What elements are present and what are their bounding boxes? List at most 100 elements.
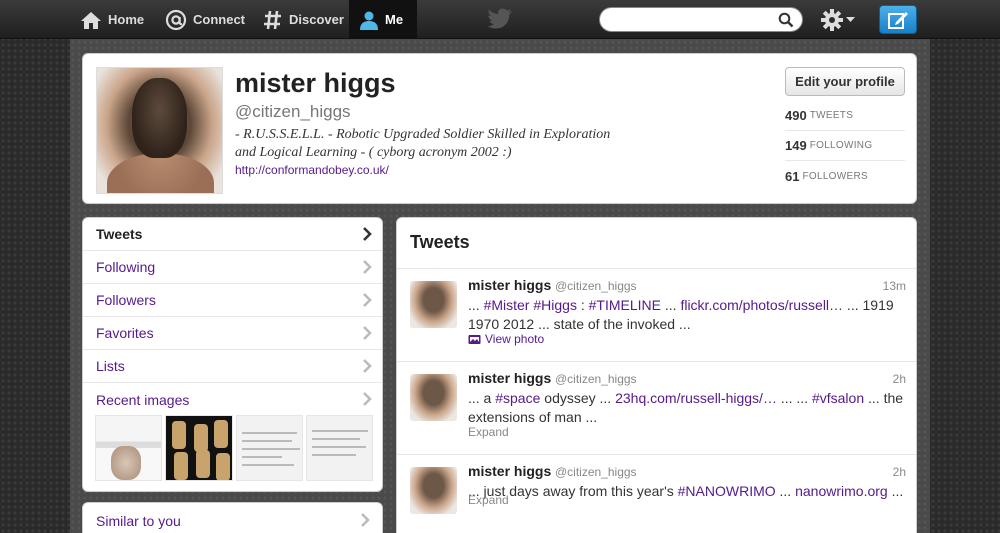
profile-bio: - R.U.S.S.E.L.L. - Robotic Upgraded Sold… (235, 126, 635, 162)
chevron-right-icon (363, 293, 372, 307)
chevron-right-icon (363, 392, 372, 406)
profile-url-link[interactable]: http://conformandobey.co.uk/ (235, 163, 389, 177)
recent-image-thumb[interactable] (165, 415, 233, 481)
nav-discover-label: Discover (289, 12, 344, 27)
stat-following[interactable]: 149 FOLLOWING (785, 131, 905, 161)
chevron-right-icon (363, 260, 372, 274)
sidebar-item-label: Following (96, 259, 156, 275)
settings-menu[interactable] (820, 8, 855, 32)
tweet-text-fragment: : (576, 297, 589, 313)
top-bar: Home Connect Discover Me (0, 0, 1000, 39)
tweet-link[interactable]: #space (495, 390, 540, 406)
stat-tweets[interactable]: 490 TWEETS (785, 101, 905, 131)
nav-me-label: Me (385, 12, 404, 27)
stat-label: FOLLOWERS (802, 170, 868, 182)
tweet-text-fragment: ... (887, 483, 904, 499)
tweet-item[interactable]: mister higgs @citizen_higgs 2h ... a #space… (397, 362, 916, 455)
tweet-timestamp[interactable]: 2h (893, 465, 906, 479)
hash-icon (264, 10, 281, 29)
sidebar-item-followers[interactable]: Followers (83, 284, 382, 317)
sidebar-item-following[interactable]: Following (83, 251, 382, 284)
compose-icon (888, 11, 908, 29)
expand-link[interactable]: Expand (468, 425, 509, 439)
photo-icon (468, 334, 481, 344)
tweet-author-handle[interactable]: @citizen_higgs (555, 279, 637, 293)
expand-link[interactable]: Expand (468, 493, 509, 507)
recent-image-thumb[interactable] (235, 415, 303, 481)
tweet-link[interactable]: #vfsalon (812, 390, 864, 406)
sidebar-item-label: Recent images (96, 391, 190, 408)
tweet-link[interactable]: 23hq.com/russell-higgs/… (615, 390, 777, 406)
tweet-action-label: Expand (468, 425, 509, 439)
tweet-author-name[interactable]: mister higgs (468, 277, 551, 293)
chevron-right-icon (363, 227, 372, 241)
nav-discover[interactable]: Discover (253, 0, 354, 39)
sidebar-item-tweets[interactable]: Tweets (83, 218, 382, 251)
profile-bio-line: - R.U.S.S.E.L.L. - Robotic Upgraded Sold… (235, 127, 611, 142)
chevron-right-icon (363, 326, 372, 340)
twitter-bird-icon[interactable] (487, 8, 513, 30)
nav-home[interactable]: Home (70, 0, 154, 39)
tweet-avatar[interactable] (410, 281, 457, 328)
similar-to-you-label: Similar to you (96, 513, 181, 529)
profile-avatar[interactable] (96, 67, 223, 194)
tweet-link[interactable]: #Mister (484, 297, 530, 313)
tweet-item[interactable]: mister higgs @citizen_higgs 13m... #Mister… (397, 269, 916, 362)
tweet-link[interactable]: flickr.com/photos/russell… (680, 297, 843, 313)
sidebar-item-label: Tweets (96, 226, 143, 242)
caret-down-icon (846, 17, 855, 22)
tweet-avatar[interactable] (410, 467, 457, 514)
tweet-text-fragment: ... (660, 297, 681, 313)
search-icon[interactable] (778, 12, 794, 28)
tweet-avatar[interactable] (410, 374, 457, 421)
profile-sidebar-nav: Tweets Following Followers Favorites Lis… (82, 217, 383, 492)
tweet-text: ... #Mister #Higgs : #TIMELINE ... flick… (468, 296, 908, 334)
stat-followers[interactable]: 61 FOLLOWERS (785, 161, 905, 191)
tweet-action-label: View photo (485, 332, 545, 346)
sidebar-item-favorites[interactable]: Favorites (83, 317, 382, 350)
stat-number: 490 (785, 108, 807, 123)
similar-to-you-section[interactable]: Similar to you (82, 502, 383, 533)
tweet-link[interactable]: #Higgs (533, 297, 577, 313)
tweet-author-handle[interactable]: @citizen_higgs (555, 372, 637, 386)
tweet-link[interactable]: #TIMELINE (589, 297, 661, 313)
recent-images-strip (95, 415, 373, 481)
sidebar-item-recent-images[interactable]: Recent images (83, 383, 382, 416)
tweets-panel: Tweets mister higgs @citizen_higgs 13m ... … (396, 217, 917, 533)
tweet-author-name[interactable]: mister higgs (468, 463, 551, 479)
search-input[interactable] (610, 8, 780, 31)
tweets-heading: Tweets (410, 232, 470, 252)
tweet-author-handle[interactable]: @citizen_higgs (555, 465, 637, 479)
nav-connect[interactable]: Connect (155, 0, 255, 39)
view-photo-link[interactable]: View photo (468, 332, 544, 346)
profile-name: mister higgs (235, 68, 396, 98)
chevron-right-icon (363, 359, 372, 373)
sidebar-item-lists[interactable]: Lists (83, 350, 382, 383)
compose-tweet-button[interactable] (879, 5, 917, 34)
tweet-timestamp[interactable]: 13m (883, 279, 906, 293)
tweet-author-name[interactable]: mister higgs (468, 370, 551, 386)
tweet-item[interactable]: mister higgs @citizen_higgs 2h ... just day… (397, 455, 916, 533)
nav-home-label: Home (108, 12, 145, 27)
search-box[interactable] (599, 7, 803, 32)
tweet-link[interactable]: nanowrimo.org (795, 483, 888, 499)
tweet-text-fragment: ... ... (776, 390, 812, 406)
tweet-text-fragment: ... (468, 297, 484, 313)
home-icon (81, 11, 101, 29)
stat-number: 61 (785, 168, 800, 184)
nav-me[interactable]: Me (349, 0, 417, 39)
tweet-text: ... just days away from this year's #NAN… (468, 482, 908, 501)
tweet-text-fragment: ... (775, 483, 796, 499)
recent-image-thumb[interactable] (95, 415, 163, 481)
tweet-timestamp[interactable]: 2h (893, 372, 906, 386)
tweet-action-label: Expand (468, 493, 509, 507)
profile-handle: @citizen_higgs (235, 102, 351, 121)
tweet-text-fragment: ... a (468, 390, 496, 406)
sidebar-item-label: Favorites (96, 325, 154, 341)
tweet-link[interactable]: #NANOWRIMO (678, 483, 776, 499)
profile-stats: 490 TWEETS 149 FOLLOWING 61 FOLLOWERS (785, 101, 905, 191)
stat-number: 149 (785, 138, 807, 153)
nav-connect-label: Connect (193, 12, 245, 27)
edit-profile-button[interactable]: Edit your profile (785, 67, 905, 96)
recent-image-thumb[interactable] (305, 415, 373, 481)
